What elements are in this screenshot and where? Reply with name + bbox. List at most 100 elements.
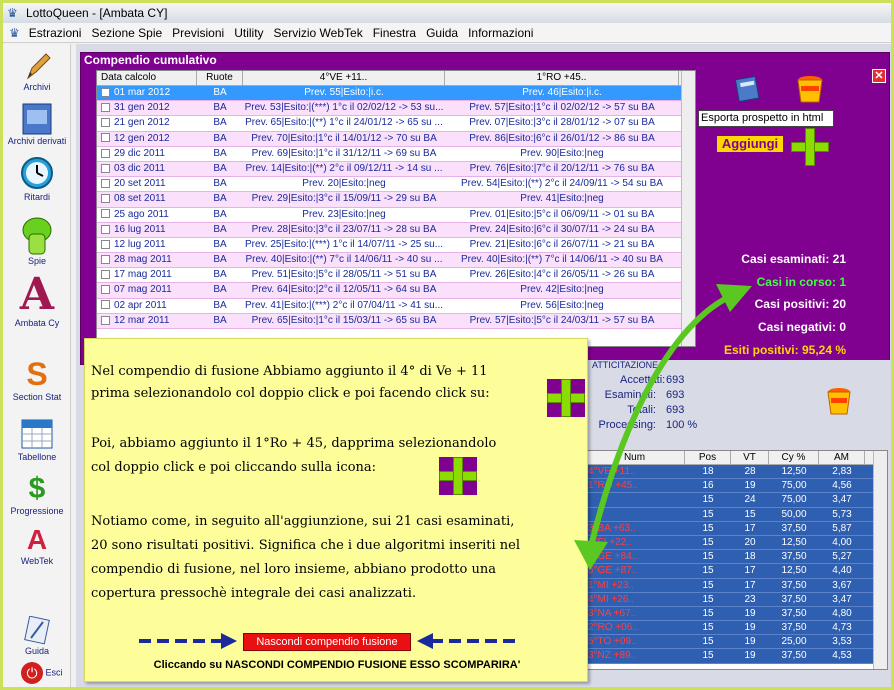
col-algoritmo-2[interactable]: 1°RO +45.. — [445, 71, 679, 85]
window-title: LottoQueen - [Ambata CY] — [26, 6, 168, 20]
row-checkbox[interactable] — [101, 87, 110, 97]
table-cell: 37,50 — [781, 650, 807, 662]
date-text: 12 gen 2012 — [114, 132, 170, 144]
date-text: 02 apr 2011 — [114, 299, 167, 311]
table-row[interactable]: 2°RO +06.. 15 19 37,50 4,73 — [585, 621, 887, 636]
menu-estrazioni[interactable]: Estrazioni — [24, 26, 87, 40]
sidebar-item-spie[interactable]: Spie — [3, 216, 71, 266]
table-cell: BA — [213, 208, 227, 220]
col-ruote[interactable]: Ruote — [197, 71, 243, 85]
row-checkbox[interactable] — [101, 163, 110, 173]
bucket-icon[interactable] — [826, 386, 852, 416]
sidebar-item-ambata-cy[interactable]: A Ambata Cy — [3, 272, 71, 329]
table-row[interactable]: 03 dic 2011 BA Prev. 14|Esito:|(**) 2°c il… — [97, 161, 695, 178]
aggiungi-label[interactable]: Aggiungi — [717, 136, 783, 152]
table-row[interactable]: 12 lug 2011 BA Prev. 25|Esito:|(***) 1°c i… — [97, 237, 695, 254]
bucket-icon[interactable] — [796, 74, 824, 104]
title-bar: ♛ LottoQueen - [Ambata CY] — [3, 3, 891, 23]
table-row[interactable]: 3°NA +67.. 15 19 37,50 4,80 — [585, 606, 887, 622]
table-cell: BA — [213, 299, 227, 311]
menu-bar: ♛ Estrazioni Sezione Spie Previsioni Uti… — [3, 23, 891, 43]
row-checkbox[interactable] — [101, 315, 110, 325]
sidebar-item-archivi-derivati[interactable]: Archivi derivati — [3, 102, 71, 146]
table-cell: Prev. 41|Esito:|(***) 2°c il 07/04/11 ->… — [244, 299, 444, 311]
table-row[interactable]: 16 lug 2011 BA Prev. 28|Esito:|3°c il 23/0… — [97, 222, 695, 238]
sidebar-item-ritardi[interactable]: Ritardi — [3, 156, 71, 202]
menu-sezione-spie[interactable]: Sezione Spie — [86, 26, 167, 40]
sidebar-item-progressione[interactable]: $ Progressione — [3, 472, 71, 516]
cell-date: 08 set 2011 — [97, 192, 197, 206]
sidebar-item-esci[interactable]: ⏻ Esci — [3, 662, 71, 684]
note-line: Notiamo come, in seguito all'aggiunzione… — [91, 514, 515, 529]
table-row[interactable]: 20 set 2011 BA Prev. 20|Esito:|neg Prev. 54… — [97, 177, 695, 193]
table-cell: 4,80 — [832, 607, 852, 619]
add-cross-icon — [439, 457, 477, 495]
menu-finestra[interactable]: Finestra — [368, 26, 421, 40]
table-row[interactable]: 29 dic 2011 BA Prev. 69|Esito:|1°c il 31/1… — [97, 146, 695, 162]
table-cell: 37,50 — [781, 579, 807, 591]
table-cell: Prev. 69|Esito:|1°c il 31/12/11 -> 69 su… — [251, 147, 437, 159]
stat-in-corso: Casi in corso: 1 — [756, 275, 846, 289]
table-row[interactable]: 3°NZ +89.. 15 19 37,50 4,53 — [585, 649, 887, 664]
date-text: 08 set 2011 — [114, 193, 166, 205]
table-cell: Prev. 51|Esito:|5°c il 28/05/11 -> 51 su… — [251, 269, 437, 281]
sidebar-item-archivi[interactable]: Archivi — [3, 50, 71, 92]
row-checkbox[interactable] — [101, 254, 110, 264]
row-checkbox[interactable] — [101, 224, 110, 234]
grid-header: Data calcolo Ruote 4°VE +11.. 1°RO +45.. — [97, 71, 695, 86]
menu-previsioni[interactable]: Previsioni — [167, 26, 229, 40]
table-row[interactable]: 31 gen 2012 BA Prev. 53|Esito:|(***) 1°c i… — [97, 101, 695, 117]
table-cell: 5,73 — [832, 508, 852, 520]
table-cell: 15 — [702, 593, 714, 605]
table-cell: 3,67 — [832, 579, 852, 591]
menu-servizio-webtek[interactable]: Servizio WebTek — [269, 26, 368, 40]
row-checkbox[interactable] — [101, 133, 110, 143]
close-icon[interactable]: ✕ — [872, 69, 886, 83]
menu-utility[interactable]: Utility — [229, 26, 268, 40]
sidebar-item-webtek[interactable]: A WebTek — [3, 524, 71, 566]
col-cy[interactable]: Cy % — [769, 451, 819, 464]
row-checkbox[interactable] — [101, 285, 110, 295]
table-row[interactable]: 5°TO +09.. 15 19 25,00 3,53 — [585, 635, 887, 650]
row-checkbox[interactable] — [101, 178, 110, 188]
table-cell: 3,47 — [832, 494, 852, 506]
row-checkbox[interactable] — [101, 209, 110, 219]
menu-informazioni[interactable]: Informazioni — [463, 26, 538, 40]
results-scrollbar[interactable] — [873, 451, 887, 669]
col-am[interactable]: AM — [819, 451, 865, 464]
arrow-right-icon — [139, 633, 237, 649]
sidebar-item-guida[interactable]: Guida — [3, 616, 71, 656]
col-data-calcolo[interactable]: Data calcolo — [97, 71, 197, 85]
row-checkbox[interactable] — [101, 270, 110, 280]
sidebar-item-tabellone[interactable]: Tabellone — [3, 416, 71, 462]
table-cell: 4,73 — [832, 622, 852, 634]
table-row[interactable]: 08 set 2011 BA Prev. 29|Esito:|3°c il 15/0… — [97, 192, 695, 208]
table-row[interactable]: 12 gen 2012 BA Prev. 70|Esito:|1°c il 14/0… — [97, 131, 695, 147]
row-checkbox[interactable] — [101, 239, 110, 249]
col-algoritmo-1[interactable]: 4°VE +11.. — [243, 71, 445, 85]
sidebar-item-section-stat[interactable]: S Section Stat — [3, 356, 71, 402]
table-cell: BA — [213, 269, 227, 281]
table-row[interactable]: 25 ago 2011 BA Prev. 23|Esito:|neg Prev. 01… — [97, 207, 695, 223]
table-row[interactable]: 21 gen 2012 BA Prev. 65|Esito:|(**) 1°c il… — [97, 116, 695, 132]
table-row[interactable]: 1°MI +23.. 15 17 37,50 3,67 — [585, 578, 887, 593]
table-cell: 50,00 — [781, 508, 807, 520]
cell-date: 07 mag 2011 — [97, 283, 197, 297]
table-cell: BA — [213, 132, 227, 144]
export-html-icon[interactable] — [733, 74, 763, 104]
row-checkbox[interactable] — [101, 103, 110, 113]
crown-icon[interactable]: ♛ — [9, 26, 20, 40]
row-checkbox[interactable] — [101, 194, 110, 204]
row-checkbox[interactable] — [101, 300, 110, 310]
add-cross-icon[interactable] — [791, 128, 829, 166]
menu-guida[interactable]: Guida — [421, 26, 463, 40]
table-row[interactable]: 4°MI +26.. 15 23 37,50 3,47 — [585, 592, 887, 607]
row-checkbox[interactable] — [101, 118, 110, 128]
pencil-icon — [26, 53, 51, 80]
cell-date: 20 set 2011 — [97, 177, 197, 191]
hide-compendio-button[interactable]: Nascondi compendio fusione — [243, 633, 411, 651]
table-row[interactable]: 28 mag 2011 BA Prev. 40|Esito:|(**) 7°c il… — [97, 253, 695, 269]
row-checkbox[interactable] — [101, 148, 110, 158]
table-cell: 37,50 — [781, 622, 807, 634]
table-row[interactable]: 01 mar 2012 BA Prev. 55|Esito:|i.c. Prev. 4… — [97, 86, 695, 102]
